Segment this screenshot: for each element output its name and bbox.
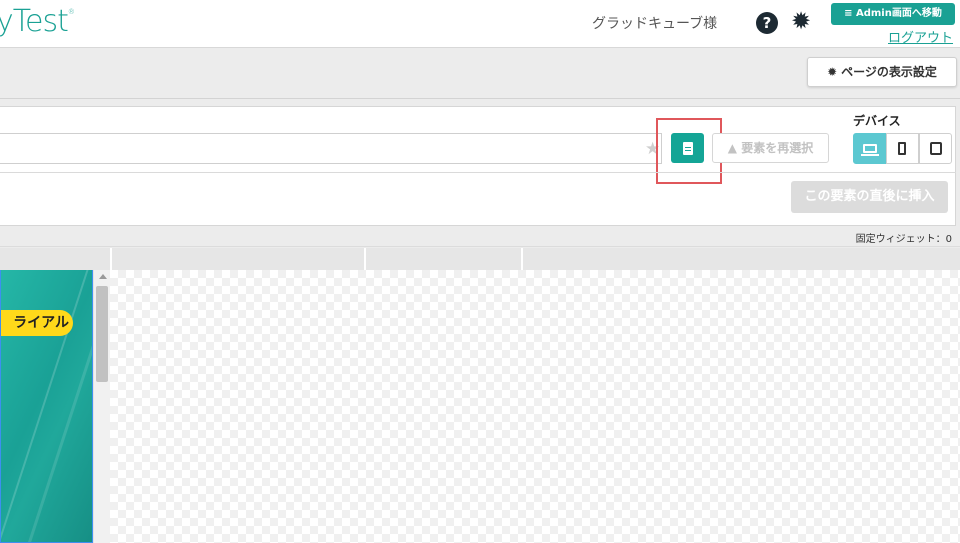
- trial-pill[interactable]: ライアル: [1, 310, 73, 336]
- fixed-widget-count: 固定ウィジェット：0: [855, 234, 952, 245]
- reselect-element-button[interactable]: ▲ 要素を再選択: [712, 133, 829, 163]
- panel-divider: [0, 172, 956, 173]
- sub-toolbar: ✹ ページの表示設定: [0, 49, 960, 99]
- scroll-thumb[interactable]: [96, 286, 108, 382]
- page-settings-label: ページの表示設定: [841, 65, 937, 79]
- logo[interactable]: yTest®: [0, 4, 75, 39]
- device-tablet-button[interactable]: [919, 133, 952, 164]
- column-divider: [110, 248, 112, 270]
- fixed-widget-bar: 固定ウィジェット：0: [0, 227, 960, 247]
- gear-icon: ✹: [827, 65, 838, 79]
- column-divider: [364, 248, 366, 270]
- device-smartphone-button[interactable]: [886, 133, 919, 164]
- laptop-icon: [861, 144, 879, 156]
- device-label: デバイス: [853, 114, 901, 128]
- selector-input[interactable]: [0, 133, 662, 164]
- preview-canvas[interactable]: [110, 270, 960, 543]
- preview-banner[interactable]: ライアル: [0, 270, 93, 543]
- user-name: グラッドキューブ様: [592, 16, 718, 32]
- scroll-up-arrow-icon[interactable]: [99, 274, 107, 279]
- admin-page-button[interactable]: ≡ Admin画面へ移動: [831, 3, 955, 25]
- device-pc-button[interactable]: [853, 133, 886, 164]
- smartphone-icon: [898, 142, 906, 155]
- column-header-row: [0, 248, 960, 270]
- logout-link[interactable]: ログアウト: [888, 27, 953, 46]
- settings-gear-icon[interactable]: ✹: [791, 9, 811, 33]
- preview-scrollbar[interactable]: [93, 270, 110, 543]
- help-icon[interactable]: ?: [756, 12, 778, 34]
- column-divider: [521, 248, 523, 270]
- page-display-settings-button[interactable]: ✹ ページの表示設定: [807, 57, 957, 87]
- top-header: yTest® グラッドキューブ様 ? ✹ ≡ Admin画面へ移動 ログアウト: [0, 0, 960, 48]
- tablet-icon: [930, 142, 942, 155]
- insert-after-element-button[interactable]: この要素の直後に挿入: [791, 181, 948, 213]
